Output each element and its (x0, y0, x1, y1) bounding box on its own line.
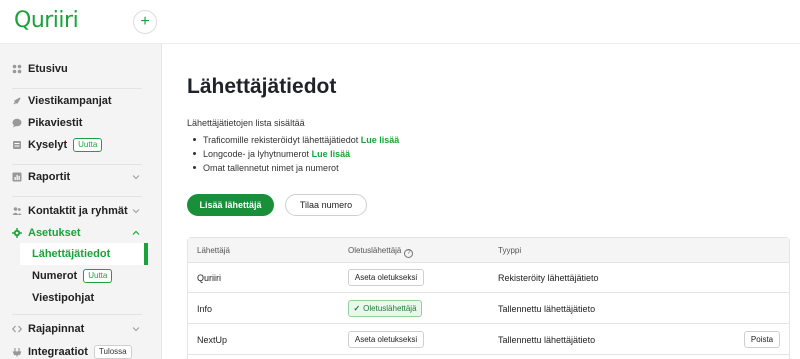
sidebar-item-viestikampanjat[interactable]: Viestikampanjat (0, 90, 162, 112)
list-item: Omat tallennetut nimet ja numerot (193, 161, 399, 175)
sidebar-item-integraatiot[interactable]: Integraatiot Tulossa (0, 341, 162, 359)
sidebar-item-label: Kyselyt (28, 139, 68, 151)
sidebar-item-label: Pikaviestit (28, 117, 83, 129)
remove-button[interactable]: Poista (744, 331, 780, 348)
set-default-button[interactable]: Aseta oletukseksi (348, 269, 424, 286)
senders-table: Lähettäjä Oletuslähettäjä? Tyyppi Quriir… (187, 237, 790, 359)
sidebar-subitem-label: Numerot (32, 270, 78, 282)
sidebar-item-kyselyt[interactable]: Kyselyt Uutta (0, 134, 162, 156)
sidebar-item-pikaviestit[interactable]: Pikaviestit (0, 112, 162, 134)
sidebar-item-label: Viestikampanjat (28, 95, 112, 107)
sidebar-item-label: Kontaktit ja ryhmät (28, 205, 128, 217)
top-bar: Quriiri + (0, 0, 800, 44)
sender-name: Quriiri (197, 273, 221, 283)
sidebar-item-asetukset[interactable]: Asetukset (0, 222, 162, 244)
sidebar-divider (12, 196, 142, 197)
sidebar-subitem-lahettajatiedot[interactable]: Lähettäjätiedot (20, 243, 148, 265)
help-icon[interactable]: ? (404, 248, 414, 258)
sidebar-item-rajapinnat[interactable]: Rajapinnat (0, 318, 162, 340)
sender-type: Tallennettu lähettäjätieto (498, 304, 596, 314)
chart-icon (12, 172, 22, 182)
sidebar-item-label: Asetukset (28, 227, 81, 239)
checkmark-icon: ✓ (353, 304, 361, 313)
quriiri-logo[interactable]: Quriiri (14, 8, 79, 33)
sidebar-subitem-numerot[interactable]: Numerot Uutta (20, 265, 148, 287)
new-badge: Uutta (73, 138, 103, 152)
dashboard-icon (12, 64, 22, 74)
coming-soon-badge: Tulossa (93, 345, 132, 359)
add-sender-button[interactable]: Lisää lähettäjä (187, 194, 274, 216)
table-row: Quriiri Aseta oletukseksi Rekisteröity l… (188, 263, 789, 293)
sidebar-subitem-viestipohjat[interactable]: Viestipohjat (20, 287, 148, 309)
sidebar-item-label: Rajapinnat (28, 323, 85, 335)
code-icon (12, 324, 22, 334)
table-row: NextUp Aseta oletukseksi Tallennettu läh… (188, 325, 789, 355)
sidebar-item-raportit[interactable]: Raportit (0, 166, 162, 188)
chat-bubble-icon (12, 118, 22, 128)
sidebar-divider (12, 164, 142, 165)
chevron-down-icon (132, 175, 140, 180)
sidebar-item-label: Etusivu (28, 63, 68, 75)
list-item: Longcode- ja lyhytnumerot Lue lisää (193, 147, 399, 161)
chevron-down-icon (132, 327, 140, 332)
page-title: Lähettäjätiedot (187, 75, 337, 98)
chevron-up-icon (132, 230, 140, 235)
survey-icon (12, 140, 22, 150)
new-badge: Uutta (83, 269, 113, 283)
sidebar-subitem-label: Lähettäjätiedot (32, 248, 111, 260)
sender-type: Rekisteröity lähettäjätieto (498, 273, 599, 283)
read-more-link[interactable]: Lue lisää (312, 149, 351, 159)
chevron-down-icon (132, 209, 140, 214)
sidebar-item-label: Integraatiot (28, 346, 88, 358)
sidebar-item-kontaktit[interactable]: Kontaktit ja ryhmät (0, 200, 162, 222)
sidebar-divider (12, 88, 142, 89)
rocket-icon (12, 96, 22, 106)
info-list: Traficomille rekisteröidyt lähettäjätied… (193, 133, 399, 175)
sidebar-item-label: Raportit (28, 171, 71, 183)
gear-icon (12, 228, 22, 238)
sidebar-divider (12, 314, 142, 315)
add-button[interactable]: + (133, 10, 157, 34)
integration-icon (12, 347, 22, 357)
sender-name: Info (197, 304, 213, 314)
sidebar: Etusivu Viestikampanjat Pikaviestit Kyse… (0, 44, 162, 359)
table-row: Info ✓ Oletuslähettäjä Tallennettu lähet… (188, 294, 789, 324)
column-header-sender: Lähettäjä (197, 246, 230, 255)
contacts-icon (12, 206, 22, 216)
read-more-link[interactable]: Lue lisää (361, 135, 400, 145)
column-header-default: Oletuslähettäjä? (348, 246, 414, 258)
sidebar-subitem-label: Viestipohjat (32, 292, 95, 304)
intro-text: Lähettäjätietojen lista sisältää (187, 118, 305, 128)
sender-name: NextUp (197, 335, 228, 345)
sidebar-item-etusivu[interactable]: Etusivu (0, 58, 162, 80)
sender-type: Tallennettu lähettäjätieto (498, 335, 596, 345)
main-content: Lähettäjätiedot Lähettäjätietojen lista … (163, 44, 800, 359)
default-sender-badge: ✓ Oletuslähettäjä (348, 300, 422, 317)
column-header-type: Tyyppi (498, 246, 522, 255)
set-default-button[interactable]: Aseta oletukseksi (348, 331, 424, 348)
order-number-button[interactable]: Tilaa numero (285, 194, 367, 216)
list-item: Traficomille rekisteröidyt lähettäjätied… (193, 133, 399, 147)
table-header: Lähettäjä Oletuslähettäjä? Tyyppi (188, 238, 789, 263)
